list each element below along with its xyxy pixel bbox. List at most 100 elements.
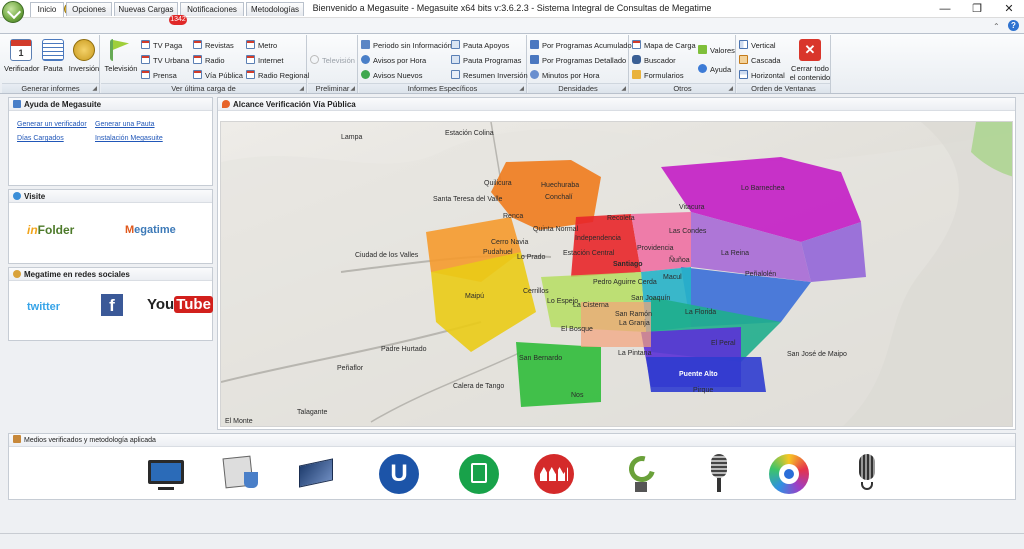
vintage-microphone-icon[interactable] — [847, 454, 887, 494]
radio-button[interactable]: Radio — [193, 54, 245, 67]
mapa-de-carga-button[interactable]: Mapa de Carga — [632, 39, 698, 52]
link-generar-pauta[interactable]: Generar una Pauta — [95, 121, 155, 128]
calendar-icon — [632, 40, 641, 49]
revistas-button[interactable]: Revistas — [193, 39, 245, 52]
newspaper-icon[interactable] — [222, 454, 262, 494]
visite-panel: Visite inFolder Megatime — [8, 189, 213, 264]
formularios-button[interactable]: Formularios — [632, 69, 698, 82]
dialog-launcher-icon[interactable]: ◢ — [299, 84, 304, 94]
help-book-icon — [13, 100, 21, 108]
pauta-button[interactable]: Pauta — [40, 39, 66, 73]
radio-regional-button[interactable]: Radio Regional — [246, 69, 309, 82]
close-window-button[interactable]: ✕ — [994, 0, 1024, 18]
link-instalacion-megasuite[interactable]: Instalación Megasuite — [95, 135, 163, 142]
horizontal-button[interactable]: Horizontal — [739, 69, 789, 82]
valores-button[interactable]: Valores — [698, 44, 736, 57]
tab-metodologias[interactable]: Metodologías — [246, 2, 304, 16]
map-label-maipu: Maipú — [465, 293, 485, 300]
tab-nuevas-cargas[interactable]: Nuevas Cargas — [114, 2, 178, 16]
cascada-button[interactable]: Cascada — [739, 54, 789, 67]
magazine-icon[interactable] — [297, 454, 337, 494]
pauta-programas-button[interactable]: Pauta Programas — [451, 54, 527, 67]
resumen-inversion-button[interactable]: Resumen Inversión — [451, 69, 528, 82]
map-label-el-peral: El Peral — [711, 340, 736, 347]
map-label-talagante: Talagante — [297, 409, 328, 416]
comunas-map[interactable]: Estación Colina Lampa Quilicura Huechura… — [220, 121, 1013, 427]
comunas-map-svg — [221, 122, 1012, 426]
television-button[interactable]: Televisión — [103, 39, 139, 73]
megasuite-logo-icon[interactable] — [2, 1, 24, 23]
maximize-button[interactable]: ❐ — [962, 0, 992, 18]
facebook-logo[interactable]: f — [101, 294, 123, 316]
metro-button[interactable]: Metro — [246, 39, 306, 52]
cerrar-todo-button[interactable]: ✕ Cerrar todo el contenido — [789, 39, 831, 82]
avisos-por-hora-button[interactable]: Avisos por Hora — [361, 54, 453, 67]
dialog-launcher-icon[interactable]: ◢ — [92, 84, 97, 94]
buscador-button[interactable]: Buscador — [632, 54, 698, 67]
por-programas-detallado-button[interactable]: Por Programas Detallado — [530, 54, 629, 67]
map-label-santiago: Santiago — [613, 261, 643, 268]
twitter-logo[interactable]: twitter — [27, 301, 60, 313]
minimize-button[interactable]: — — [930, 0, 960, 18]
television-icon[interactable] — [146, 456, 186, 496]
youtube-logo[interactable]: You Tube — [147, 296, 213, 313]
cascade-icon — [739, 55, 748, 64]
calendar-icon — [246, 70, 255, 79]
tab-opciones[interactable]: Opciones — [66, 2, 112, 16]
group-ultima-carga: Televisión TV Paga TV Urbana Prensa Revi… — [101, 35, 309, 94]
map-label-pirque: Pirque — [693, 387, 714, 394]
help-icon[interactable]: ? — [1008, 20, 1019, 31]
otros-col-1: Mapa de Carga Buscador Formularios — [632, 39, 698, 82]
calendar-icon — [193, 40, 202, 49]
map-label-lo-prado: Lo Prado — [517, 254, 546, 261]
pauta-apoyos-button[interactable]: Pauta Apoyos — [451, 39, 527, 52]
link-generar-verificador[interactable]: Generar un verificador — [17, 121, 87, 128]
calendar-icon — [141, 70, 150, 79]
vertical-button[interactable]: Vertical — [739, 39, 789, 52]
ultima-col-3: Metro Internet Radio Regional — [246, 39, 309, 82]
link-dias-cargados[interactable]: Días Cargados — [17, 135, 64, 142]
dialog-launcher-icon[interactable]: ◢ — [621, 84, 626, 94]
ribbon-collapse-icon[interactable]: ⌃ — [993, 22, 1000, 31]
metro-icon[interactable]: U — [379, 454, 419, 494]
periodo-sin-informacion-button[interactable]: Periodo sin Información — [361, 39, 453, 52]
otros-col-2: Valores Ayuda — [698, 44, 736, 76]
via-publica-button[interactable]: Vía Pública — [193, 69, 245, 82]
cinema-icon[interactable] — [534, 454, 574, 494]
dialog-launcher-icon[interactable]: ◢ — [728, 84, 733, 94]
tv-paga-button[interactable]: TV Paga — [141, 39, 193, 52]
tab-notificaciones[interactable]: Notificaciones — [180, 2, 244, 16]
map-label-conchali: Conchalí — [545, 194, 573, 201]
dialog-launcher-icon[interactable]: ◢ — [350, 84, 355, 94]
megatime-logo[interactable]: Megatime — [125, 224, 176, 236]
map-label-santa-teresa: Santa Teresa del Valle — [433, 196, 503, 203]
inversion-button[interactable]: Inversión — [68, 39, 100, 73]
ayuda-panel-header: Ayuda de Megasuite — [9, 98, 212, 111]
minutos-por-hora-button[interactable]: Minutos por Hora — [530, 69, 629, 82]
verificador-button[interactable]: 1 Verificador — [4, 39, 39, 73]
map-label-pedro-aguirre-cerda: Pedro Aguirre Cerda — [593, 279, 657, 286]
media-icon — [13, 435, 21, 443]
internet-eye-icon[interactable] — [769, 454, 809, 494]
group-label: Preliminar ◢ — [308, 83, 357, 93]
tv-urbana-button[interactable]: TV Urbana — [141, 54, 193, 67]
map-label-puente-alto: Puente Alto — [679, 371, 718, 378]
map-label-la-cisterna: La Cisterna — [573, 302, 609, 309]
por-programas-acumulado-button[interactable]: Por Programas Acumulado — [530, 39, 632, 52]
map-label-estacion-colina: Estación Colina — [445, 130, 494, 137]
dialog-launcher-icon[interactable]: ◢ — [519, 84, 524, 94]
map-pin-icon — [222, 100, 230, 108]
ayuda-button[interactable]: Ayuda — [698, 63, 736, 76]
preliminar-television-button[interactable]: Televisión — [310, 54, 355, 67]
map-label-la-florida: La Florida — [685, 309, 717, 316]
billboard-icon[interactable] — [459, 454, 499, 494]
avisos-nuevos-button[interactable]: Avisos Nuevos — [361, 69, 453, 82]
group-label: Otros ◢ — [630, 83, 735, 93]
prensa-button[interactable]: Prensa — [141, 69, 193, 82]
satellite-dish-icon[interactable] — [621, 451, 661, 494]
internet-button[interactable]: Internet — [246, 54, 306, 67]
infolder-logo[interactable]: inFolder — [27, 223, 74, 237]
tab-inicio[interactable]: Inicio — [30, 2, 64, 17]
radio-microphone-icon[interactable] — [699, 454, 739, 494]
pauta-label: Pauta — [43, 64, 63, 73]
